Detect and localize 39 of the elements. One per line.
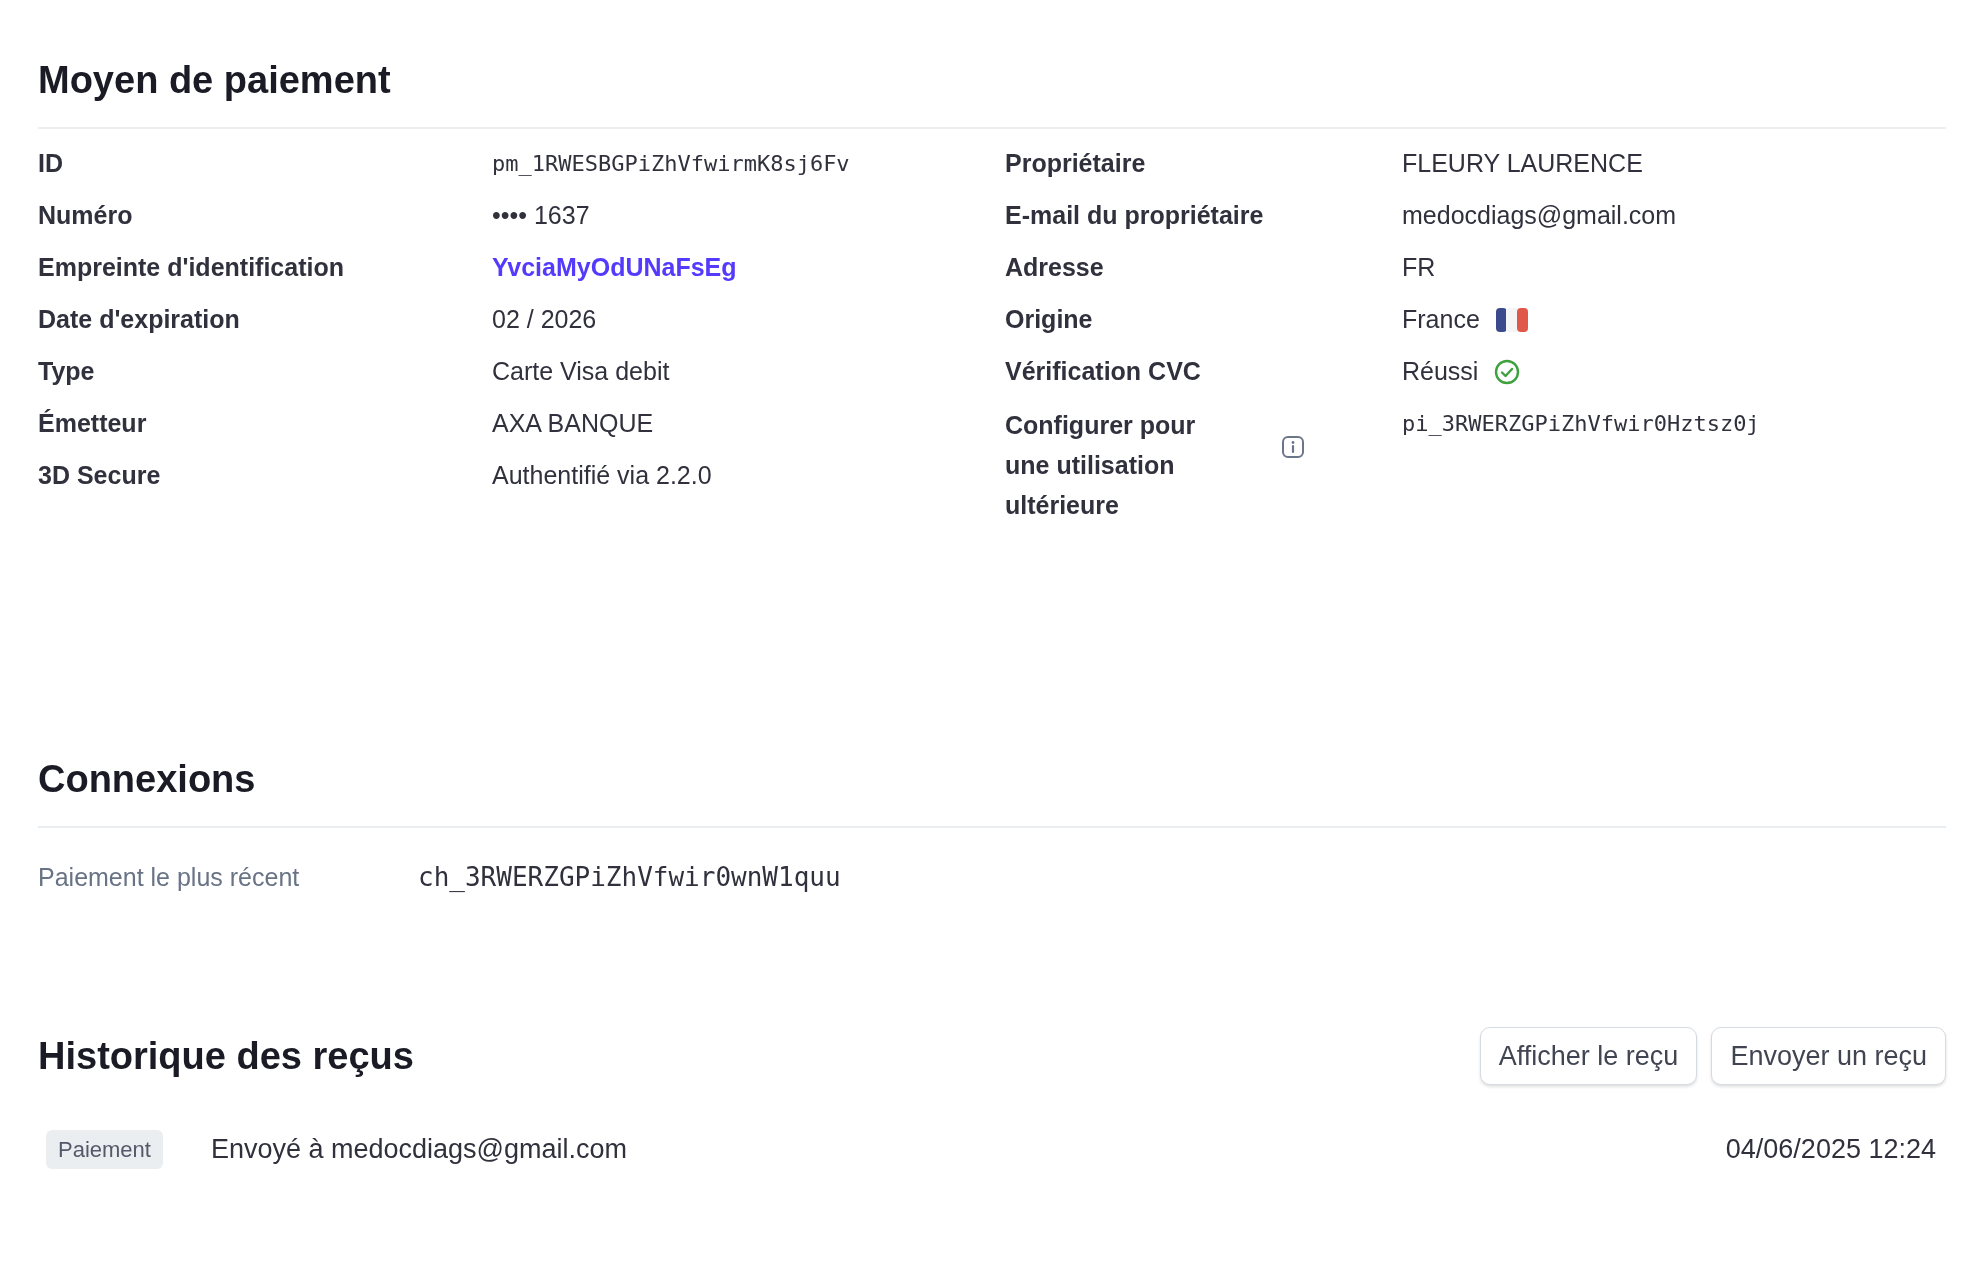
fingerprint-link[interactable]: YvciaMyOdUNaFsEg bbox=[492, 249, 737, 287]
receipt-button[interactable]: Envoyer un reçu bbox=[1711, 1027, 1946, 1085]
field-value: •••• 1637 bbox=[492, 200, 590, 231]
field-label: Empreinte d'identification bbox=[38, 252, 344, 283]
receipt-button[interactable]: Afficher le reçu bbox=[1479, 1027, 1698, 1085]
field-label: Émetteur bbox=[38, 408, 147, 439]
section-title: Connexions bbox=[38, 751, 1946, 828]
field-value: Réussi bbox=[1402, 356, 1479, 387]
field-label: Configurer pour une utilisation ultérieure bbox=[1005, 410, 1197, 521]
field-label: ID bbox=[38, 148, 63, 179]
type-badge: Paiement bbox=[46, 1129, 163, 1169]
field-value: FLEURY LAURENCE bbox=[1402, 148, 1643, 179]
section-title: Historique des reçus bbox=[38, 1033, 414, 1079]
field-value: pm_1RWESBGPiZhVfwirmK8sj6Fv bbox=[492, 149, 850, 178]
field-value: FR bbox=[1402, 252, 1436, 283]
field-value: pi_3RWERZGPiZhVfwir0Hztsz0j bbox=[1402, 409, 1760, 438]
field-label: Numéro bbox=[38, 200, 133, 231]
field-label: Date d'expiration bbox=[38, 304, 240, 335]
field-label: Type bbox=[38, 356, 95, 387]
field-value: 02 / 2026 bbox=[492, 304, 597, 335]
field-label: E-mail du propriétaire bbox=[1005, 200, 1264, 231]
info-icon[interactable] bbox=[1281, 435, 1305, 459]
field-label: Propriétaire bbox=[1005, 148, 1146, 179]
field-value: Authentifié via 2.2.0 bbox=[492, 460, 712, 491]
charge-id: ch_3RWERZGPiZhVfwir0wnW1quu bbox=[418, 861, 841, 894]
flag-icon bbox=[1495, 307, 1528, 332]
section-title: Moyen de paiement bbox=[38, 52, 1946, 129]
field-value: AXA BANQUE bbox=[492, 408, 654, 439]
connection-label: Paiement le plus récent bbox=[38, 861, 301, 893]
check-circle-icon bbox=[1494, 358, 1521, 385]
field-value: medocdiags@gmail.com bbox=[1402, 200, 1677, 231]
receipt-date: 04/06/2025 12:24 bbox=[1725, 1133, 1936, 1166]
field-value: France bbox=[1402, 304, 1480, 335]
field-label: Vérification CVC bbox=[1005, 356, 1201, 387]
field-label: 3D Secure bbox=[38, 460, 161, 491]
field-label: Adresse bbox=[1005, 252, 1104, 283]
field-value: Carte Visa debit bbox=[492, 356, 670, 387]
receipt-description: Envoyé à medocdiags@gmail.com bbox=[210, 1133, 628, 1166]
field-label: Origine bbox=[1005, 304, 1093, 335]
